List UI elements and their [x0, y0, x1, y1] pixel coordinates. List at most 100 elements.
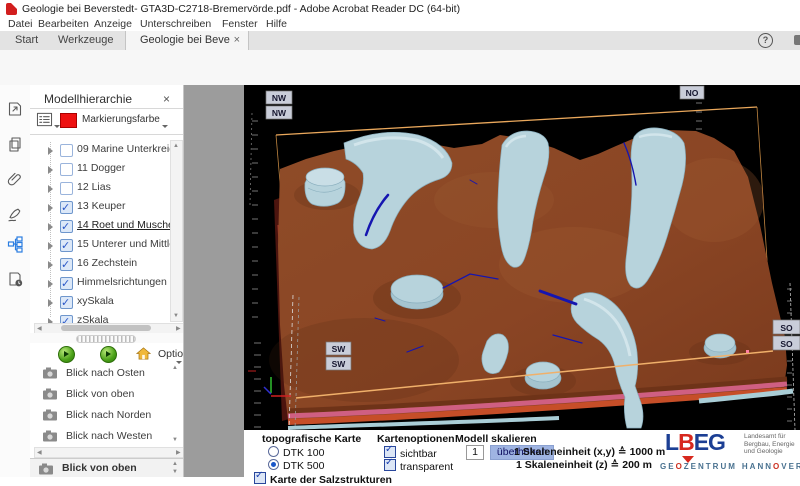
checkbox-checked-icon[interactable] — [384, 459, 396, 471]
menu-anzeige[interactable]: Anzeige — [94, 18, 132, 31]
previous-view-button[interactable] — [58, 346, 75, 363]
views-horizontal-scrollbar[interactable]: ◀▶ — [34, 447, 184, 458]
views-scroll-up[interactable]: ▲ — [172, 365, 178, 371]
acrobat-app-icon — [6, 3, 17, 15]
checkbox-checked-icon[interactable] — [254, 472, 266, 484]
geozentrum-text: GEOZENTRUMHANNOVER — [660, 462, 800, 471]
visibility-checkbox[interactable] — [60, 182, 73, 195]
scale-note-z: 1 Skaleneinheit (z) ≙ 200 m — [514, 459, 652, 471]
visibility-checkbox[interactable] — [60, 201, 73, 214]
tab-start[interactable]: Start — [15, 31, 38, 50]
marker-pink — [746, 350, 749, 353]
tree-item-label: 16 Zechstein — [77, 254, 137, 273]
view-list-item[interactable]: Blick von oben — [34, 384, 183, 405]
tree-item[interactable]: 15 Unterer und Mittlerer Bur — [40, 235, 184, 254]
signatures-icon[interactable] — [6, 205, 24, 223]
compass-no-label: NO — [686, 88, 699, 98]
org-line3: und Geologie — [744, 448, 795, 456]
layers-info-icon[interactable] — [6, 270, 24, 288]
visibility-checkbox[interactable] — [60, 296, 73, 309]
svg-text:SO: SO — [780, 339, 793, 349]
view-label: Blick nach Osten — [66, 363, 145, 384]
scale-value-input[interactable]: 1 — [466, 445, 484, 460]
navigation-pane-strip — [0, 85, 31, 477]
visibility-checkbox[interactable] — [60, 258, 73, 271]
radio-icon[interactable] — [268, 446, 279, 457]
chevron-right-icon[interactable] — [48, 280, 57, 288]
view-list-item[interactable]: Blick nach Osten — [34, 363, 183, 384]
tree-vertical-scrollbar[interactable]: ▲▼ — [170, 140, 183, 322]
home-view-icon[interactable] — [136, 346, 151, 361]
panel-title: Modellhierarchie — [44, 92, 132, 106]
chevron-right-icon[interactable] — [48, 261, 57, 269]
menu-datei[interactable]: Datei — [8, 18, 33, 31]
chevron-right-icon[interactable] — [48, 204, 57, 212]
compass-nw-label: NW — [272, 93, 287, 103]
panel-splitter[interactable] — [30, 333, 183, 343]
radio-icon-selected[interactable] — [268, 459, 279, 470]
camera-icon — [42, 408, 59, 422]
tab-document[interactable]: Geologie bei Bevers... × — [125, 31, 249, 50]
camera-icon — [42, 387, 59, 401]
lbeg-letter-l: L — [665, 429, 678, 455]
tree-item[interactable]: Himmelsrichtungen — [40, 273, 184, 292]
menu-bearbeiten[interactable]: Bearbeiten — [38, 18, 89, 31]
view-list-item[interactable]: Blick nach Norden — [34, 405, 183, 426]
tree-item[interactable]: 16 Zechstein — [40, 254, 184, 273]
tree-item[interactable]: 12 Lias — [40, 178, 184, 197]
tree-item-label: 11 Dogger — [77, 159, 125, 178]
page-thumbnails-icon[interactable] — [6, 135, 24, 153]
notification-icon[interactable] — [794, 35, 800, 45]
panel-close-icon[interactable]: × — [163, 92, 170, 106]
tab-werkzeuge[interactable]: Werkzeuge — [58, 31, 113, 50]
tree-item[interactable]: 13 Keuper — [40, 197, 184, 216]
chevron-right-icon[interactable] — [48, 147, 57, 155]
view-list-item[interactable]: Blick nach Westen — [34, 426, 183, 447]
salt-map-label: Karte der Salzstrukturen — [270, 474, 392, 486]
row-scroll-down[interactable]: ▼ — [172, 463, 178, 477]
tree-options-icon[interactable] — [36, 112, 53, 127]
model-tree-icon-active[interactable] — [6, 235, 24, 253]
chevron-right-icon[interactable] — [48, 242, 57, 250]
lbeg-logo: LBEG — [665, 429, 725, 456]
view-label: Blick von oben — [66, 384, 134, 405]
tree-item-label: 14 Roet und Muschelkalk — [77, 216, 184, 235]
3d-model-viewport[interactable]: NW NW NO SW SW SO SO — [244, 85, 800, 430]
menu-unterschreiben[interactable]: Unterschreiben — [140, 18, 211, 31]
next-view-button[interactable] — [100, 346, 117, 363]
radio-dtk500[interactable]: DTK 500 — [268, 459, 324, 472]
camera-icon — [38, 462, 55, 476]
transparent-checkbox-row[interactable]: transparent — [384, 459, 453, 473]
tree-item[interactable]: 11 Dogger — [40, 159, 184, 178]
chevron-right-icon[interactable] — [48, 185, 57, 193]
chevron-right-icon[interactable] — [48, 166, 57, 174]
visibility-checkbox[interactable] — [60, 220, 73, 233]
attachments-icon[interactable] — [6, 170, 24, 188]
tree-item[interactable]: 09 Marine Unterkreide — [40, 140, 184, 159]
radio-dtk100[interactable]: DTK 100 — [268, 446, 324, 459]
salt-map-checkbox-row[interactable]: Karte der Salzstrukturen — [254, 472, 392, 486]
tab-close-icon[interactable]: × — [234, 31, 240, 50]
menu-fenster[interactable]: Fenster — [222, 18, 258, 31]
visibility-checkbox[interactable] — [60, 277, 73, 290]
menu-bar: Datei Bearbeiten Anzeige Unterschreiben … — [0, 18, 800, 31]
tree-item-selected[interactable]: 14 Roet und Muschelkalk — [40, 216, 184, 235]
chevron-right-icon[interactable] — [48, 223, 57, 231]
export-pdf-icon[interactable] — [6, 100, 24, 118]
menu-hilfe[interactable]: Hilfe — [266, 18, 287, 31]
visibility-checkbox[interactable] — [60, 163, 73, 176]
lbeg-letters-eg: EG — [694, 429, 725, 455]
transparent-label: transparent — [400, 461, 453, 473]
org-line2: Bergbau, Energie — [744, 441, 795, 449]
model-scale-header: Modell skalieren — [455, 433, 537, 445]
views-scroll-down[interactable]: ▼ — [172, 437, 178, 443]
marker-color-swatch[interactable] — [60, 113, 77, 128]
active-view-row[interactable]: Blick von oben ▲ ▼ — [30, 458, 183, 477]
view-label: Blick nach Norden — [66, 405, 151, 426]
visibility-checkbox[interactable] — [60, 239, 73, 252]
help-icon[interactable]: ? — [758, 33, 773, 48]
visibility-checkbox[interactable] — [60, 144, 73, 157]
tree-item[interactable]: xySkala — [40, 292, 184, 311]
chevron-right-icon[interactable] — [48, 299, 57, 307]
marker-color-label[interactable]: Markierungsfarbe — [82, 114, 160, 125]
